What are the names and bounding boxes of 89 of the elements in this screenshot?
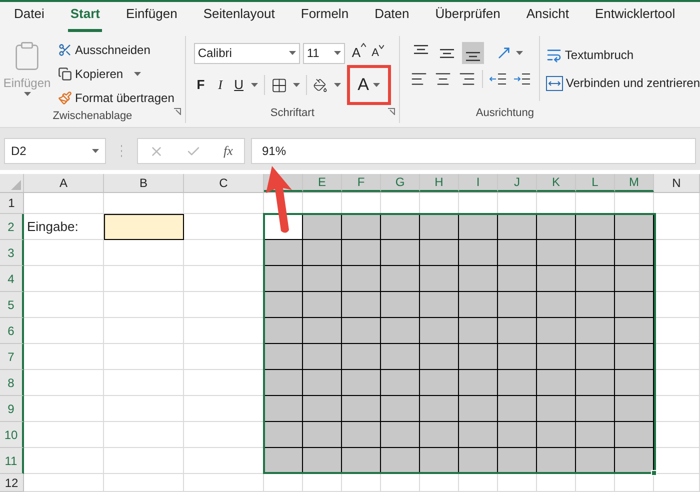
- empty-cell: [459, 474, 498, 492]
- caret-icon: [134, 72, 142, 76]
- vertical-align-icon: [466, 52, 480, 61]
- copy-icon: [58, 67, 72, 81]
- wrap-text-icon: [546, 47, 562, 63]
- italic-button[interactable]: I: [213, 75, 228, 95]
- row-header[interactable]: 11: [0, 448, 24, 474]
- caret-icon: [250, 83, 258, 87]
- column-header[interactable]: M: [615, 174, 654, 192]
- caret-icon: [334, 83, 341, 87]
- dialog-launcher-icon[interactable]: [388, 108, 395, 115]
- row-header[interactable]: 8: [0, 370, 24, 396]
- row-header[interactable]: 9: [0, 396, 24, 422]
- column-header[interactable]: H: [420, 174, 459, 192]
- scissors-icon: [58, 43, 72, 57]
- name-box[interactable]: D2: [4, 138, 106, 164]
- orientation-icon[interactable]: [496, 45, 512, 61]
- ribbon-tab[interactable]: Formeln: [298, 4, 351, 32]
- paintbrush-icon: [58, 91, 72, 105]
- ribbon-tab[interactable]: Entwicklertool: [592, 4, 678, 32]
- row-header[interactable]: 10: [0, 422, 24, 448]
- font-color-button[interactable]: A: [346, 65, 391, 105]
- cut-button[interactable]: Ausschneiden: [58, 40, 174, 60]
- row-header[interactable]: 4: [0, 266, 24, 292]
- group-label: Zwischenablage: [52, 109, 132, 124]
- caret-icon: [24, 92, 30, 96]
- column-header[interactable]: B: [104, 174, 184, 192]
- down-caret-icon: [378, 44, 384, 49]
- group-label: Ausrichtung: [476, 106, 534, 121]
- caret-icon: [288, 51, 296, 55]
- underline-button[interactable]: U: [233, 75, 245, 95]
- caret-icon: [372, 83, 380, 87]
- column-header[interactable]: G: [381, 174, 420, 192]
- vertical-align-icon: [440, 48, 454, 58]
- font-size-field[interactable]: 11: [302, 42, 345, 64]
- ribbon-tab[interactable]: Überprüfen: [433, 4, 502, 32]
- vertical-align-button[interactable]: [462, 42, 484, 64]
- fill-handle[interactable]: [651, 470, 657, 476]
- caret-icon: [516, 51, 523, 55]
- column-header[interactable]: E: [303, 174, 342, 192]
- paint-bucket-icon[interactable]: [313, 78, 328, 92]
- shrink-font-button[interactable]: A: [372, 44, 384, 62]
- empty-cell: [303, 474, 342, 492]
- ribbon-tab[interactable]: Ansicht: [524, 4, 571, 32]
- row-header[interactable]: 1: [0, 193, 24, 214]
- grip-icon: [120, 144, 123, 158]
- bold-button[interactable]: F: [194, 75, 208, 95]
- empty-cell: [264, 474, 303, 492]
- column-header[interactable]: I: [459, 174, 498, 192]
- font-name-field[interactable]: Calibri: [194, 42, 300, 64]
- formula-field[interactable]: 91%: [251, 138, 696, 164]
- row-header[interactable]: 12: [0, 474, 24, 492]
- row-header[interactable]: 6: [0, 318, 24, 344]
- column-header[interactable]: L: [576, 174, 615, 192]
- caret-icon: [334, 51, 341, 55]
- row-header[interactable]: 2: [0, 214, 24, 240]
- column-header[interactable]: N: [654, 174, 700, 192]
- column-header[interactable]: A: [24, 174, 104, 192]
- caret-icon: [92, 149, 99, 153]
- column-header[interactable]: J: [498, 174, 537, 192]
- ribbon-tab[interactable]: Seitenlayout: [201, 4, 277, 32]
- vertical-align-icon: [414, 45, 428, 54]
- column-header[interactable]: F: [342, 174, 381, 192]
- empty-cell: [576, 474, 615, 492]
- up-caret-icon: [360, 43, 366, 48]
- row-header[interactable]: 7: [0, 344, 24, 370]
- empty-cell: [381, 474, 420, 492]
- ribbon-tab[interactable]: Einfügen: [124, 4, 180, 32]
- group-label: Schriftart: [270, 106, 314, 121]
- wrap-text-button[interactable]: Textumbruch: [546, 46, 700, 64]
- dialog-launcher-icon[interactable]: [174, 108, 181, 115]
- borders-icon[interactable]: [270, 76, 288, 94]
- row-header[interactable]: 3: [0, 240, 24, 266]
- empty-cell: [342, 474, 381, 492]
- empty-cell: [420, 474, 459, 492]
- merge-icon: [546, 76, 563, 90]
- row-header[interactable]: 5: [0, 292, 24, 318]
- grow-font-button[interactable]: A: [352, 43, 366, 63]
- input-cell[interactable]: [104, 214, 184, 240]
- empty-cell: [498, 474, 537, 492]
- ribbon-tab[interactable]: Daten: [372, 4, 412, 32]
- caret-icon: [293, 83, 300, 87]
- insert-function-button[interactable]: fx: [224, 141, 233, 161]
- format-painter-button[interactable]: Format übertragen: [58, 88, 174, 108]
- empty-cell: [537, 474, 576, 492]
- merge-center-button[interactable]: Verbinden und zentrieren: [546, 74, 700, 92]
- copy-button[interactable]: Kopieren: [58, 64, 174, 84]
- column-header[interactable]: K: [537, 174, 576, 192]
- ribbon-tab[interactable]: Datei: [12, 4, 46, 32]
